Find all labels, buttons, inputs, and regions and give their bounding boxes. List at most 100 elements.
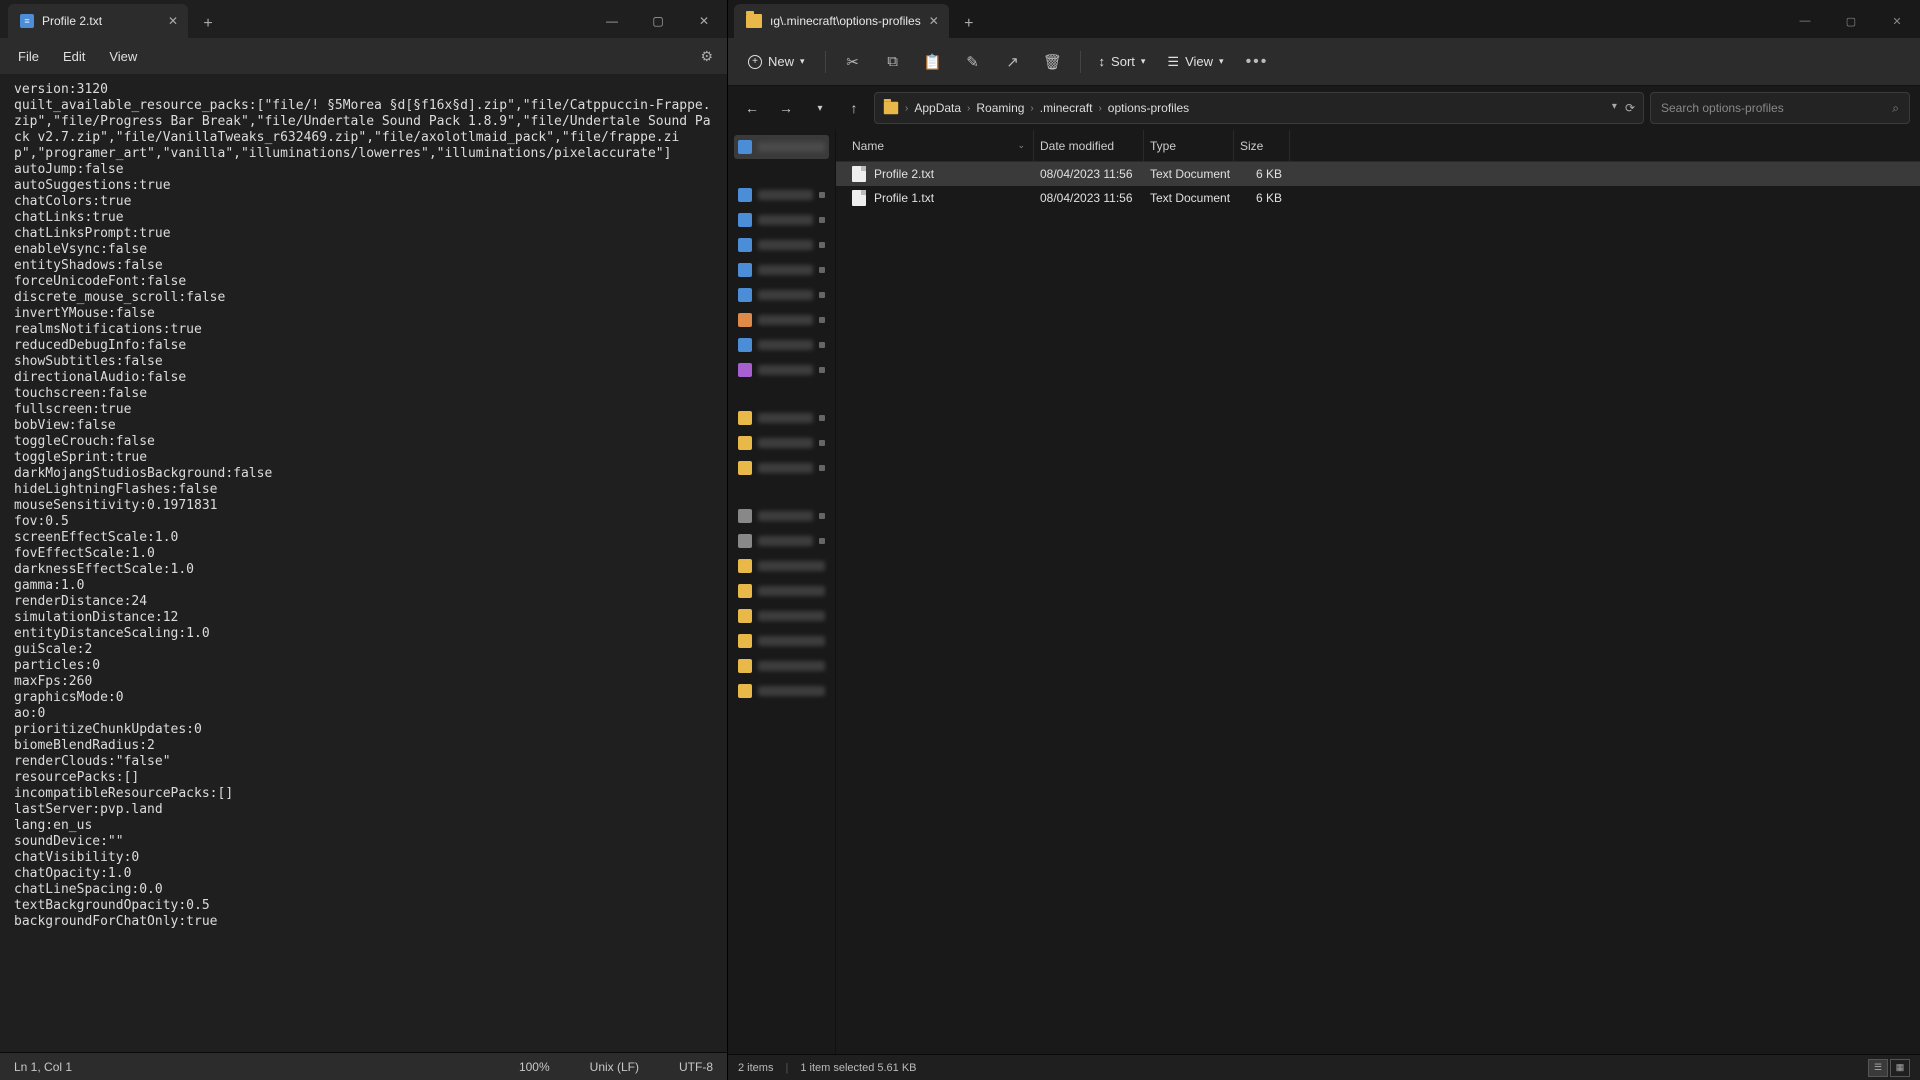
- sidebar-item[interactable]: [734, 358, 829, 382]
- back-button[interactable]: ←: [738, 94, 766, 122]
- sidebar-item[interactable]: [734, 604, 829, 628]
- view-label: View: [1185, 54, 1213, 69]
- sidebar-item[interactable]: [734, 529, 829, 553]
- notepad-textarea[interactable]: version:3120 quilt_available_resource_pa…: [0, 74, 727, 1052]
- column-name[interactable]: Name ⌄: [846, 130, 1034, 161]
- notepad-tab-title: Profile 2.txt: [42, 14, 102, 28]
- sidebar-item[interactable]: [734, 629, 829, 653]
- explorer-tab[interactable]: ıg\.minecraft\options-profiles ✕: [734, 4, 949, 38]
- cursor-position: Ln 1, Col 1: [14, 1060, 72, 1074]
- encoding: UTF-8: [679, 1060, 713, 1074]
- view-button[interactable]: ☰ View ▾: [1159, 49, 1231, 75]
- new-button[interactable]: + New ▾: [738, 49, 815, 74]
- close-icon[interactable]: ✕: [929, 14, 939, 28]
- text-file-icon: [852, 166, 866, 182]
- column-type[interactable]: Type: [1144, 130, 1234, 161]
- rename-icon[interactable]: ✎: [956, 45, 990, 79]
- sidebar-item[interactable]: [734, 456, 829, 480]
- explorer-statusbar: 2 items | 1 item selected 5.61 KB ☰ ▦: [728, 1054, 1920, 1080]
- item-count: 2 items: [738, 1062, 773, 1074]
- minimize-button[interactable]: —: [1782, 4, 1828, 38]
- up-button[interactable]: ↑: [840, 94, 868, 122]
- search-input[interactable]: Search options-profiles ⌕: [1650, 92, 1910, 124]
- sidebar-item[interactable]: [734, 258, 829, 282]
- sidebar-item[interactable]: [734, 406, 829, 430]
- more-button[interactable]: •••: [1238, 48, 1277, 76]
- file-size: 6 KB: [1234, 167, 1290, 181]
- notepad-window: ≡ Profile 2.txt ✕ + — ▢ ✕ File Edit View…: [0, 0, 728, 1080]
- breadcrumb-item[interactable]: Roaming: [976, 101, 1024, 115]
- explorer-sidebar[interactable]: [728, 130, 836, 1054]
- cut-icon[interactable]: ✂: [836, 45, 870, 79]
- window-controls: — ▢ ✕: [1782, 4, 1920, 38]
- copy-icon[interactable]: ⧉: [876, 45, 910, 79]
- sidebar-item[interactable]: [734, 654, 829, 678]
- view-icon: ☰: [1167, 54, 1179, 70]
- breadcrumb-item[interactable]: options-profiles: [1108, 101, 1189, 115]
- menu-view[interactable]: View: [99, 45, 147, 68]
- table-row[interactable]: Profile 2.txt 08/04/2023 11:56 Text Docu…: [836, 162, 1920, 186]
- table-row[interactable]: Profile 1.txt 08/04/2023 11:56 Text Docu…: [836, 186, 1920, 210]
- thumbnails-view-icon[interactable]: ▦: [1890, 1059, 1910, 1077]
- chevron-down-icon: ▾: [1219, 56, 1224, 67]
- column-size[interactable]: Size: [1234, 130, 1290, 161]
- new-tab-button[interactable]: +: [955, 10, 983, 38]
- sidebar-item[interactable]: [734, 679, 829, 703]
- notepad-titlebar: ≡ Profile 2.txt ✕ + — ▢ ✕: [0, 0, 727, 38]
- details-view-icon[interactable]: ☰: [1868, 1059, 1888, 1077]
- recent-button[interactable]: ▾: [806, 94, 834, 122]
- maximize-button[interactable]: ▢: [635, 4, 681, 38]
- sort-icon: ↕: [1099, 54, 1106, 69]
- explorer-window: ıg\.minecraft\options-profiles ✕ + — ▢ ✕…: [728, 0, 1920, 1080]
- search-icon: ⌕: [1892, 101, 1899, 116]
- chevron-down-icon: ▾: [1141, 56, 1146, 67]
- sidebar-item[interactable]: [734, 208, 829, 232]
- file-name: Profile 1.txt: [874, 191, 1034, 205]
- maximize-button[interactable]: ▢: [1828, 4, 1874, 38]
- file-size: 6 KB: [1234, 191, 1290, 205]
- explorer-address-bar: ← → ▾ ↑ › AppData › Roaming › .minecraft…: [728, 86, 1920, 130]
- sidebar-item[interactable]: [734, 308, 829, 332]
- sidebar-item[interactable]: [734, 135, 829, 159]
- gear-icon[interactable]: ⚙: [694, 44, 719, 69]
- menu-edit[interactable]: Edit: [53, 45, 95, 68]
- close-icon[interactable]: ✕: [168, 14, 178, 28]
- folder-icon: [884, 102, 898, 115]
- line-ending: Unix (LF): [590, 1060, 639, 1074]
- plus-icon: +: [748, 55, 762, 69]
- share-icon[interactable]: ↗: [996, 45, 1030, 79]
- notepad-tab[interactable]: ≡ Profile 2.txt ✕: [8, 4, 188, 38]
- explorer-toolbar: + New ▾ ✂ ⧉ 📋 ✎ ↗ 🗑 ↕ Sort ▾ ☰ View ▾ ••…: [728, 38, 1920, 86]
- sidebar-item[interactable]: [734, 554, 829, 578]
- text-file-icon: [852, 190, 866, 206]
- paste-icon[interactable]: 📋: [916, 45, 950, 79]
- sidebar-item[interactable]: [734, 183, 829, 207]
- breadcrumb-item[interactable]: AppData: [914, 101, 961, 115]
- sort-button[interactable]: ↕ Sort ▾: [1091, 49, 1154, 74]
- sidebar-item[interactable]: [734, 504, 829, 528]
- close-button[interactable]: ✕: [1874, 4, 1920, 38]
- file-date: 08/04/2023 11:56: [1034, 167, 1144, 181]
- sidebar-item[interactable]: [734, 233, 829, 257]
- minimize-button[interactable]: —: [589, 4, 635, 38]
- menu-file[interactable]: File: [8, 45, 49, 68]
- sidebar-item[interactable]: [734, 283, 829, 307]
- sidebar-item[interactable]: [734, 579, 829, 603]
- file-name: Profile 2.txt: [874, 167, 1034, 181]
- notepad-file-icon: ≡: [20, 14, 34, 28]
- chevron-down-icon[interactable]: ▾: [1612, 101, 1617, 115]
- column-headers: Name ⌄ Date modified Type Size: [836, 130, 1920, 162]
- column-date[interactable]: Date modified: [1034, 130, 1144, 161]
- explorer-tab-title: ıg\.minecraft\options-profiles: [770, 14, 921, 28]
- forward-button[interactable]: →: [772, 94, 800, 122]
- explorer-titlebar: ıg\.minecraft\options-profiles ✕ + — ▢ ✕: [728, 0, 1920, 38]
- breadcrumb[interactable]: › AppData › Roaming › .minecraft › optio…: [874, 92, 1644, 124]
- sidebar-item[interactable]: [734, 333, 829, 357]
- close-button[interactable]: ✕: [681, 4, 727, 38]
- chevron-down-icon: ▾: [800, 56, 805, 67]
- breadcrumb-item[interactable]: .minecraft: [1040, 101, 1093, 115]
- new-tab-button[interactable]: +: [194, 10, 222, 38]
- sidebar-item[interactable]: [734, 431, 829, 455]
- refresh-icon[interactable]: ⟳: [1625, 101, 1635, 115]
- delete-icon[interactable]: 🗑: [1036, 45, 1070, 79]
